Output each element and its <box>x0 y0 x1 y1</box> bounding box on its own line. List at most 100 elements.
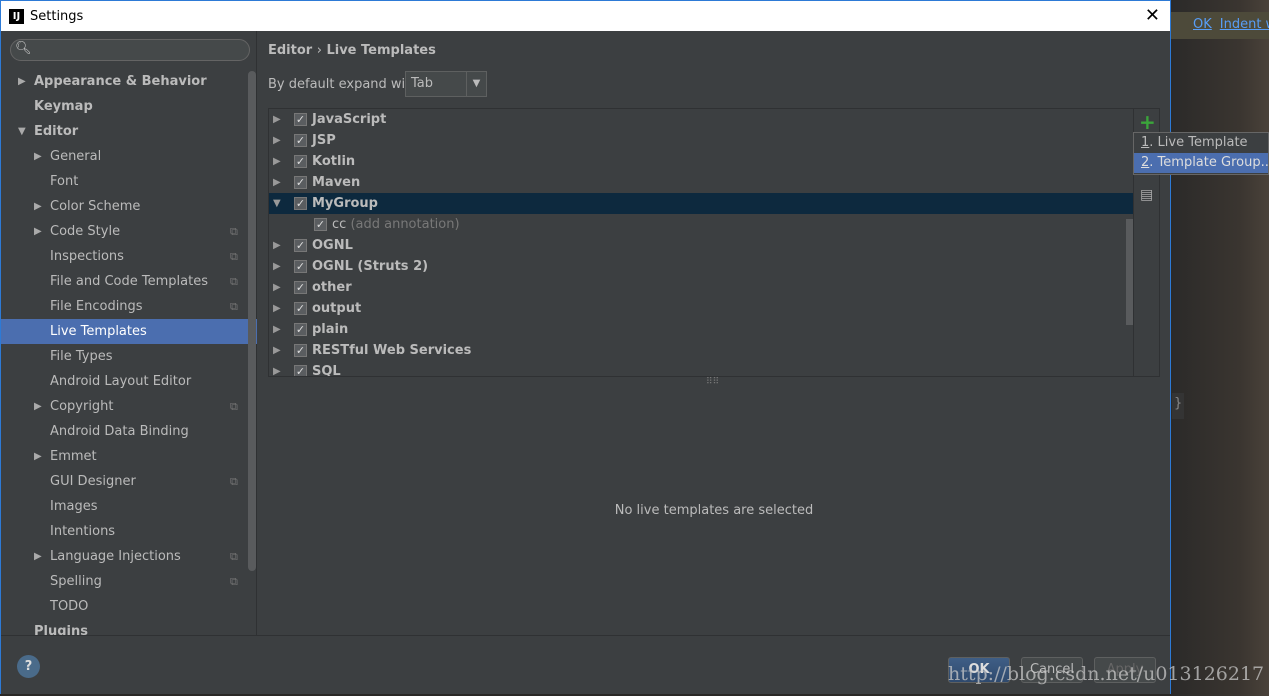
chevron-right-icon[interactable]: ▶ <box>273 109 281 130</box>
chevron-right-icon[interactable]: ▶ <box>273 130 281 151</box>
group-label: SQL <box>312 364 341 377</box>
checkbox[interactable]: ✓ <box>294 155 307 168</box>
chevron-right-icon[interactable]: ▶ <box>273 235 281 256</box>
sidebar-item-label: Color Scheme <box>50 199 141 214</box>
code-brace: } <box>1172 393 1184 419</box>
sidebar-item[interactable]: ▶ Emmet <box>1 444 257 469</box>
checkbox[interactable]: ✓ <box>294 281 307 294</box>
sidebar-item[interactable]: Intentions <box>1 519 257 544</box>
sidebar-item[interactable]: GUI Designer ⧉ <box>1 469 257 494</box>
sidebar-item[interactable]: ▶ Appearance & Behavior <box>1 69 257 94</box>
tree-row[interactable]: ▼ ✓ MyGroup <box>269 193 1133 214</box>
sidebar-item[interactable]: File and Code Templates ⧉ <box>1 269 257 294</box>
tree-row[interactable]: ▶ ✓ JSP <box>269 130 1133 151</box>
sidebar-item[interactable]: Spelling ⧉ <box>1 569 257 594</box>
project-scope-icon: ⧉ <box>230 550 238 563</box>
expand-value: Tab <box>411 76 434 91</box>
checkbox[interactable]: ✓ <box>294 134 307 147</box>
checkbox[interactable]: ✓ <box>294 260 307 273</box>
sidebar-item-label: Android Data Binding <box>50 424 189 439</box>
checkbox[interactable]: ✓ <box>294 176 307 189</box>
chevron-right-icon[interactable]: ▶ <box>273 172 281 193</box>
chevron-right-icon[interactable]: ▶ <box>34 444 42 469</box>
sidebar-item[interactable]: File Types <box>1 344 257 369</box>
background-editor <box>1171 0 1269 696</box>
group-label: JSP <box>312 133 336 148</box>
project-scope-icon: ⧉ <box>230 475 238 488</box>
checkbox[interactable]: ✓ <box>294 302 307 315</box>
close-icon[interactable]: ✕ <box>1145 5 1160 26</box>
tree-row[interactable]: ▶ ✓ SQL <box>269 361 1133 377</box>
breadcrumb-separator: › <box>316 43 322 58</box>
checkbox[interactable]: ✓ <box>294 239 307 252</box>
checkbox[interactable]: ✓ <box>314 218 327 231</box>
checkbox[interactable]: ✓ <box>294 344 307 357</box>
copy-template-icon[interactable]: ▤ <box>1140 187 1153 203</box>
project-scope-icon: ⧉ <box>230 225 238 238</box>
title-bar: IJ Settings ✕ <box>1 1 1170 31</box>
chevron-right-icon[interactable]: ▶ <box>34 544 42 569</box>
chevron-right-icon[interactable]: ▶ <box>34 394 42 419</box>
sidebar-item[interactable]: ▶ Language Injections ⧉ <box>1 544 257 569</box>
tree-row[interactable]: ▶ ✓ RESTful Web Services <box>269 340 1133 361</box>
intellij-logo-icon: IJ <box>9 8 24 24</box>
group-label: output <box>312 301 362 316</box>
expand-select[interactable]: Tab ▼ <box>405 71 487 97</box>
chevron-right-icon[interactable]: ▶ <box>34 194 42 219</box>
sidebar-item[interactable]: Android Data Binding <box>1 419 257 444</box>
sidebar-item[interactable]: File Encodings ⧉ <box>1 294 257 319</box>
sidebar-item[interactable]: TODO <box>1 594 257 619</box>
chevron-down-icon[interactable]: ▼ <box>18 119 26 144</box>
group-label: Maven <box>312 175 361 190</box>
checkbox[interactable]: ✓ <box>294 365 307 376</box>
sidebar-item[interactable]: ▶ Copyright ⧉ <box>1 394 257 419</box>
chevron-right-icon[interactable]: ▶ <box>273 256 281 277</box>
sidebar-scrollbar[interactable] <box>248 71 256 571</box>
chevron-right-icon[interactable]: ▶ <box>273 340 281 361</box>
sidebar-item[interactable]: Android Layout Editor <box>1 369 257 394</box>
tree-row[interactable]: ▶ ✓ output <box>269 298 1133 319</box>
sidebar-item-label: TODO <box>50 599 89 614</box>
tree-row[interactable]: ▶ ✓ OGNL <box>269 235 1133 256</box>
tree-row[interactable]: ▶ ✓ Maven <box>269 172 1133 193</box>
sidebar-item[interactable]: Inspections ⧉ <box>1 244 257 269</box>
help-button[interactable]: ? <box>17 655 40 678</box>
sidebar-item[interactable]: ▼ Editor <box>1 119 257 144</box>
tree-row[interactable]: ▶ ✓ JavaScript <box>269 109 1133 130</box>
chevron-right-icon[interactable]: ▶ <box>34 219 42 244</box>
sidebar-item[interactable]: ▶ General <box>1 144 257 169</box>
checkbox[interactable]: ✓ <box>294 197 307 210</box>
tree-row[interactable]: ▶ ✓ other <box>269 277 1133 298</box>
add-icon[interactable]: + <box>1139 110 1156 134</box>
hint-ok-link[interactable]: OK <box>1193 17 1212 32</box>
tree-row[interactable]: ▶ ✓ OGNL (Struts 2) <box>269 256 1133 277</box>
chevron-down-icon[interactable]: ▼ <box>273 193 281 214</box>
chevron-right-icon[interactable]: ▶ <box>273 151 281 172</box>
tree-scrollbar[interactable] <box>1126 219 1133 325</box>
search-input[interactable]: 🔍︎ <box>10 39 250 61</box>
tree-row[interactable]: ✓ cc (add annotation) <box>269 214 1133 235</box>
group-label: other <box>312 280 352 295</box>
sidebar-item[interactable]: Images <box>1 494 257 519</box>
sidebar-item[interactable]: Keymap <box>1 94 257 119</box>
chevron-right-icon[interactable]: ▶ <box>273 319 281 340</box>
sidebar-item[interactable]: ▶ Code Style ⧉ <box>1 219 257 244</box>
chevron-right-icon[interactable]: ▶ <box>273 298 281 319</box>
splitter-handle[interactable]: ⠿⠿ <box>706 377 719 387</box>
menu-item-template-group[interactable]: 2. Template Group... <box>1134 153 1269 173</box>
tree-row[interactable]: ▶ ✓ Kotlin <box>269 151 1133 172</box>
sidebar-item[interactable]: Font <box>1 169 257 194</box>
tree-row[interactable]: ▶ ✓ plain <box>269 319 1133 340</box>
checkbox[interactable]: ✓ <box>294 323 307 336</box>
chevron-right-icon[interactable]: ▶ <box>273 277 281 298</box>
sidebar-item[interactable]: ▶ Color Scheme <box>1 194 257 219</box>
menu-item-live-template[interactable]: 1. Live Template <box>1134 133 1268 153</box>
hint-indent-link[interactable]: Indent w <box>1220 17 1269 32</box>
sidebar-item[interactable]: Live Templates <box>1 319 257 344</box>
checkbox[interactable]: ✓ <box>294 113 307 126</box>
chevron-right-icon[interactable]: ▶ <box>18 69 26 94</box>
chevron-right-icon[interactable]: ▶ <box>34 144 42 169</box>
breadcrumb-current: Live Templates <box>326 43 436 58</box>
project-scope-icon: ⧉ <box>230 575 238 588</box>
chevron-right-icon[interactable]: ▶ <box>273 361 281 376</box>
